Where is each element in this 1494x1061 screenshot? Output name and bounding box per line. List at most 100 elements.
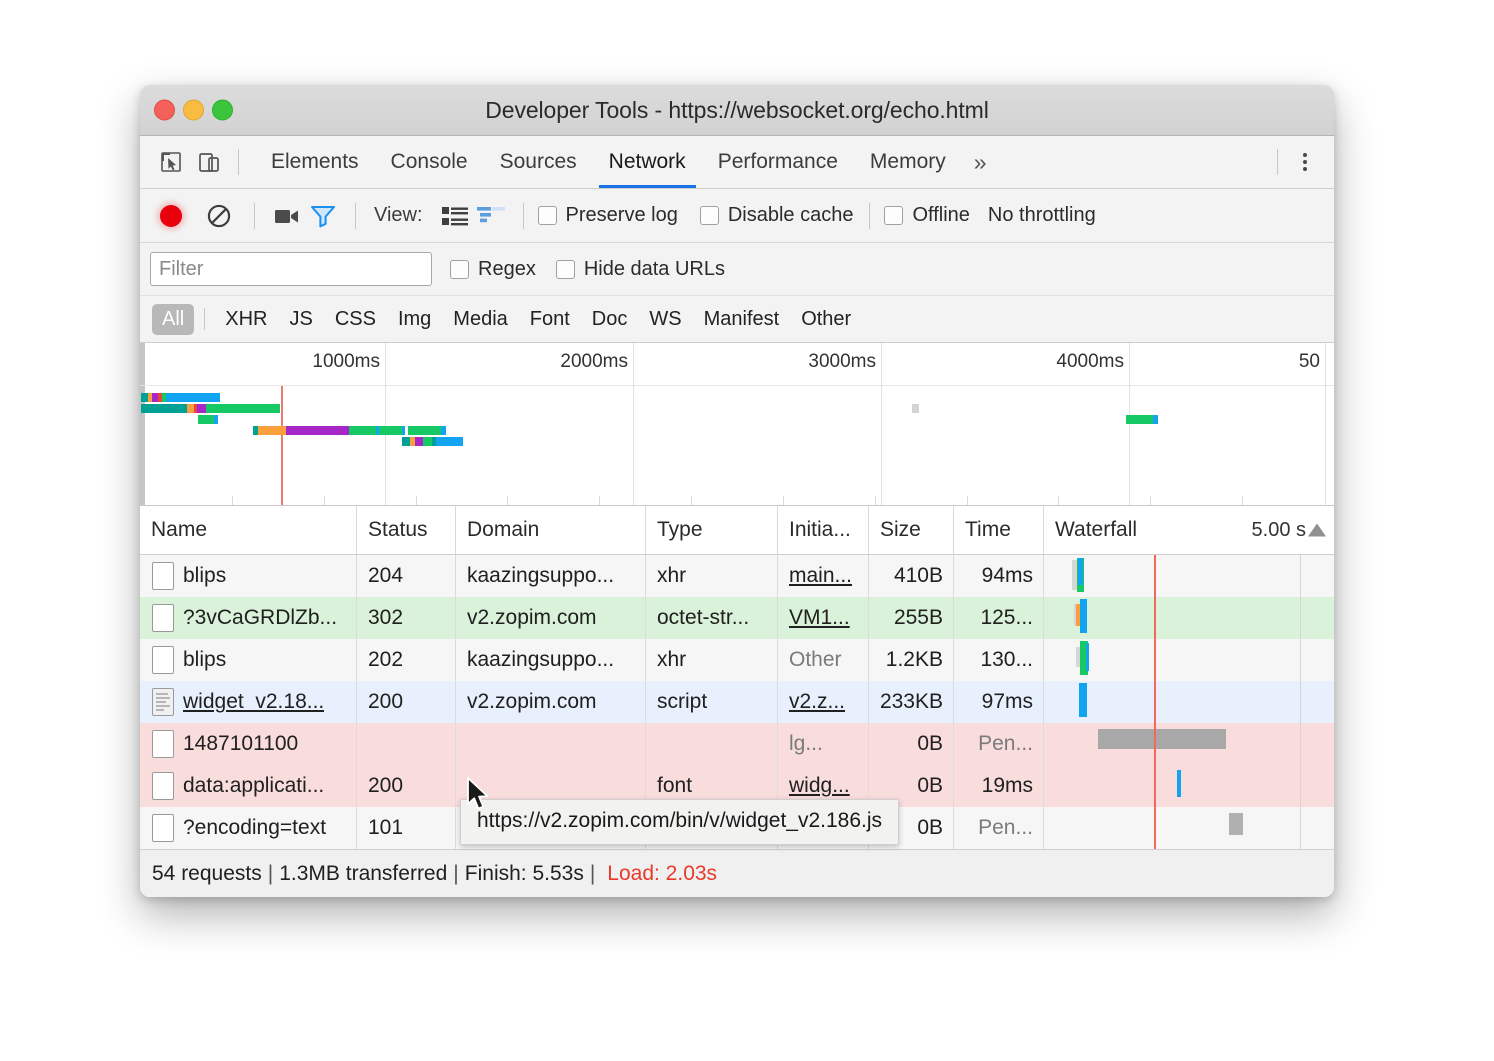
table-row[interactable]: widget_v2.18...200v2.zopim.comscriptv2.z… — [140, 681, 1334, 723]
type-value: xhr — [657, 564, 686, 588]
preserve-log-checkbox[interactable]: Preserve log — [538, 204, 678, 227]
time-value: 19ms — [982, 774, 1033, 798]
column-header-status[interactable]: Status — [357, 506, 456, 554]
sort-arrow-icon[interactable] — [1308, 524, 1326, 537]
tab-network[interactable]: Network — [593, 136, 702, 188]
table-row[interactable]: 1487101100lg...0BPen... — [140, 723, 1334, 765]
type-filter-all[interactable]: All — [152, 304, 194, 335]
document-icon — [152, 604, 174, 632]
waterfall-load-marker — [1154, 555, 1156, 597]
table-row[interactable]: blips204kaazingsuppo...xhrmain...410B94m… — [140, 555, 1334, 597]
cell-type: script — [646, 681, 778, 723]
waterfall-gridline — [1300, 681, 1301, 723]
cell-name[interactable]: ?encoding=text — [140, 807, 357, 849]
toolbar-divider-2 — [355, 203, 356, 229]
cell-waterfall[interactable] — [1044, 681, 1334, 723]
offline-checkbox[interactable]: Offline — [884, 204, 969, 227]
cell-domain — [456, 723, 646, 765]
waterfall-view-icon[interactable] — [473, 199, 509, 233]
cell-time: 125... — [954, 597, 1044, 639]
waterfall-bar — [1177, 770, 1181, 797]
hide-data-urls-checkbox-box[interactable] — [556, 260, 575, 279]
throttling-selector[interactable]: No throttling — [988, 204, 1096, 227]
filter-input[interactable]: Filter — [150, 252, 432, 286]
disable-cache-checkbox-box[interactable] — [700, 206, 719, 225]
overview-bar-segment — [436, 437, 463, 446]
close-window-button[interactable] — [154, 100, 175, 121]
tab-memory[interactable]: Memory — [854, 136, 962, 188]
disable-cache-checkbox[interactable]: Disable cache — [700, 204, 854, 227]
time-value: 130... — [980, 648, 1033, 672]
type-filter-xhr[interactable]: XHR — [215, 304, 277, 335]
filter-icon[interactable] — [305, 199, 341, 233]
type-filter-font[interactable]: Font — [520, 304, 580, 335]
tabstrip-right-controls — [1267, 145, 1322, 179]
column-header-waterfall[interactable]: Waterfall5.00 s — [1044, 506, 1334, 554]
type-filter-doc[interactable]: Doc — [582, 304, 638, 335]
overview-bar-segment — [141, 393, 148, 402]
cell-waterfall[interactable] — [1044, 555, 1334, 597]
overview-left-handle[interactable] — [140, 343, 145, 505]
hide-data-urls-checkbox[interactable]: Hide data URLs — [556, 258, 725, 281]
overview-bar-segment — [197, 404, 206, 413]
list-view-icon[interactable] — [437, 199, 473, 233]
table-row[interactable]: blips202kaazingsuppo...xhrOther1.2KB130.… — [140, 639, 1334, 681]
cell-size: 0B — [869, 723, 954, 765]
regex-checkbox-box[interactable] — [450, 260, 469, 279]
type-filter-js[interactable]: JS — [279, 304, 322, 335]
minimize-window-button[interactable] — [183, 100, 204, 121]
overview-tick-label: 2000ms — [560, 351, 633, 373]
cell-name[interactable]: ?3vCaGRDlZb... — [140, 597, 357, 639]
url-tooltip: https://v2.zopim.com/bin/v/widget_v2.186… — [460, 799, 899, 845]
cell-initiator[interactable]: main... — [778, 555, 869, 597]
clear-button[interactable] — [202, 199, 236, 233]
waterfall-scale-label: 5.00 s — [1252, 519, 1306, 542]
cell-name[interactable]: 1487101100 — [140, 723, 357, 765]
type-filter-img[interactable]: Img — [388, 304, 441, 335]
cell-waterfall[interactable] — [1044, 807, 1334, 849]
cell-waterfall[interactable] — [1044, 597, 1334, 639]
overview-tick-label: 3000ms — [808, 351, 881, 373]
table-row[interactable]: ?3vCaGRDlZb...302v2.zopim.comoctet-str..… — [140, 597, 1334, 639]
more-tabs-icon[interactable]: » — [962, 136, 999, 188]
preserve-log-checkbox-box[interactable] — [538, 206, 557, 225]
cell-waterfall[interactable] — [1044, 723, 1334, 765]
type-filter-ws[interactable]: WS — [639, 304, 691, 335]
cell-name[interactable]: widget_v2.18... — [140, 681, 357, 723]
tab-elements[interactable]: Elements — [255, 136, 375, 188]
tab-performance[interactable]: Performance — [702, 136, 854, 188]
cell-name[interactable]: blips — [140, 555, 357, 597]
regex-checkbox[interactable]: Regex — [450, 258, 536, 281]
type-filter-manifest[interactable]: Manifest — [694, 304, 790, 335]
capture-screenshots-icon[interactable] — [269, 199, 305, 233]
time-value: 125... — [980, 606, 1033, 630]
inspect-element-icon[interactable] — [152, 143, 190, 181]
column-header-domain[interactable]: Domain — [456, 506, 646, 554]
cell-initiator[interactable]: v2.z... — [778, 681, 869, 723]
type-filter-media[interactable]: Media — [443, 304, 517, 335]
type-filter-other[interactable]: Other — [791, 304, 861, 335]
cell-initiator[interactable]: VM1... — [778, 597, 869, 639]
offline-checkbox-box[interactable] — [884, 206, 903, 225]
kebab-menu-icon[interactable] — [1288, 145, 1322, 179]
column-header-time[interactable]: Time — [954, 506, 1044, 554]
cell-waterfall[interactable] — [1044, 765, 1334, 807]
overview-bar-segment — [1153, 415, 1158, 424]
column-header-size[interactable]: Size — [869, 506, 954, 554]
column-header-name[interactable]: Name — [140, 506, 357, 554]
network-overview-timeline[interactable]: 1000ms2000ms3000ms4000ms50 — [140, 343, 1334, 506]
column-header-initiator[interactable]: Initia... — [778, 506, 869, 554]
record-button[interactable] — [154, 199, 188, 233]
cell-name[interactable]: blips — [140, 639, 357, 681]
column-header-type[interactable]: Type — [646, 506, 778, 554]
finish-time: Finish: 5.53s — [465, 862, 584, 886]
tab-sources[interactable]: Sources — [484, 136, 593, 188]
type-filter-css[interactable]: CSS — [325, 304, 386, 335]
device-toolbar-icon[interactable] — [190, 143, 228, 181]
overview-bar-segment — [408, 426, 441, 435]
cell-name[interactable]: data:applicati... — [140, 765, 357, 807]
zoom-window-button[interactable] — [212, 100, 233, 121]
tab-console[interactable]: Console — [375, 136, 484, 188]
request-count: 54 requests — [152, 862, 262, 886]
cell-waterfall[interactable] — [1044, 639, 1334, 681]
